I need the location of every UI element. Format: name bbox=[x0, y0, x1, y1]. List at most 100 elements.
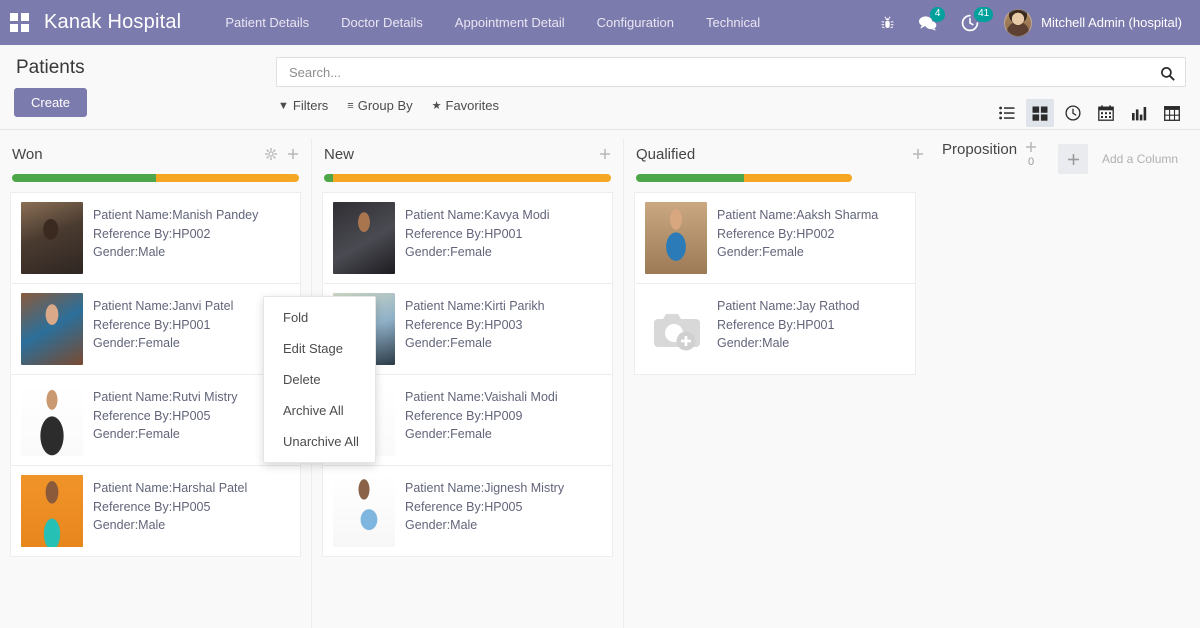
list-icon[interactable] bbox=[993, 99, 1021, 127]
control-panel-left: Patients Create bbox=[14, 45, 276, 117]
kanban-column-title: Won bbox=[12, 145, 43, 163]
patient-reference: Reference By:HP003 bbox=[405, 317, 523, 332]
add-record-icon[interactable] bbox=[287, 148, 299, 160]
dropdown-item-unarchive-all[interactable]: Unarchive All bbox=[264, 426, 375, 457]
user-menu[interactable]: Mitchell Admin (hospital) bbox=[990, 0, 1186, 45]
patient-reference: Reference By:HP002 bbox=[93, 226, 211, 241]
kanban-card[interactable]: Patient Name:Manish Pandey Reference By:… bbox=[10, 192, 301, 283]
patient-gender: Gender:Female bbox=[717, 245, 804, 260]
dropdown-item-delete[interactable]: Delete bbox=[264, 364, 375, 395]
search-input[interactable] bbox=[287, 63, 1154, 81]
bars-icon: ≡ bbox=[347, 99, 354, 112]
kanban-column-title: New bbox=[324, 145, 355, 163]
patient-gender: Gender:Male bbox=[93, 245, 166, 260]
add-record-icon[interactable] bbox=[912, 148, 924, 160]
kanban-column-title: Qualified bbox=[636, 145, 696, 163]
patient-gender: Gender:Female bbox=[93, 427, 180, 442]
navbar-right-tools: 4 41 Mitchell Admin (hospital) bbox=[869, 0, 1186, 45]
kanban-column-title: Proposition bbox=[942, 141, 1018, 158]
patient-name: Patient Name:Janvi Patel bbox=[93, 299, 234, 313]
kanban-card[interactable]: Patient Name:Janvi Patel Reference By:HP… bbox=[10, 283, 301, 374]
top-navbar: Kanak Hospital Patient Details Doctor De… bbox=[0, 0, 1200, 45]
kanban-card[interactable]: Patient Name:Jignesh Mistry Reference By… bbox=[322, 465, 613, 557]
dropdown-item-edit-stage[interactable]: Edit Stage bbox=[264, 333, 375, 364]
activities-badge: 41 bbox=[974, 7, 994, 22]
user-avatar bbox=[1004, 8, 1033, 37]
menu-item-configuration[interactable]: Configuration bbox=[581, 2, 690, 43]
add-column[interactable]: Add a Column bbox=[1058, 144, 1178, 174]
dropdown-item-archive-all[interactable]: Archive All bbox=[264, 395, 375, 426]
patient-reference: Reference By:HP009 bbox=[405, 408, 523, 423]
filters-dropdown[interactable]: ▼ Filters bbox=[278, 98, 328, 113]
patient-gender: Gender:Female bbox=[405, 336, 492, 351]
clock-icon[interactable] bbox=[1059, 99, 1087, 127]
patient-reference: Reference By:HP005 bbox=[93, 408, 211, 423]
menu-item-patient-details[interactable]: Patient Details bbox=[209, 2, 325, 43]
kanban-progress-bar[interactable] bbox=[12, 174, 299, 182]
patient-gender: Gender:Male bbox=[93, 518, 166, 533]
kanban-progress-bar[interactable]: 2 bbox=[636, 174, 852, 182]
add-record-icon[interactable] bbox=[1025, 141, 1037, 153]
patient-gender: Gender:Male bbox=[405, 518, 478, 533]
patient-photo bbox=[645, 202, 707, 274]
plus-icon[interactable] bbox=[1058, 144, 1088, 174]
menu-item-technical[interactable]: Technical bbox=[690, 2, 776, 43]
search-bar[interactable] bbox=[276, 57, 1186, 87]
kanban-column-qualified: Qualified 2 Patient Name:Aaksh Sharma Re… bbox=[624, 138, 936, 628]
patient-gender: Gender:Female bbox=[93, 336, 180, 351]
kanban-progress-bar[interactable]: 4 bbox=[324, 174, 611, 182]
favorites-dropdown[interactable]: ★ Favorites bbox=[432, 98, 499, 113]
placeholder-camera-icon bbox=[645, 293, 707, 365]
kanban-card[interactable]: Patient Name:Harshal Patel Reference By:… bbox=[10, 465, 301, 557]
messages-badge: 4 bbox=[930, 7, 946, 22]
patient-gender: Gender:Female bbox=[405, 427, 492, 442]
patient-name: Patient Name:Vaishali Modi bbox=[405, 390, 558, 404]
kanban-card[interactable]: Patient Name:Aaksh Sharma Reference By:H… bbox=[634, 192, 916, 283]
table-icon[interactable] bbox=[1158, 99, 1186, 127]
patient-reference: Reference By:HP005 bbox=[405, 499, 523, 514]
patient-photo bbox=[333, 202, 395, 274]
patient-name: Patient Name:Aaksh Sharma bbox=[717, 208, 879, 222]
kanban-column-header: New bbox=[322, 140, 613, 168]
messages-icon[interactable]: 4 bbox=[906, 0, 950, 45]
apps-grid-icon[interactable] bbox=[10, 12, 30, 33]
kanban-card[interactable]: Patient Name:Rutvi Mistry Reference By:H… bbox=[10, 374, 301, 465]
menu-item-doctor-details[interactable]: Doctor Details bbox=[325, 2, 439, 43]
gear-icon[interactable] bbox=[265, 148, 277, 160]
patient-name: Patient Name:Rutvi Mistry bbox=[93, 390, 238, 404]
dropdown-item-fold[interactable]: Fold bbox=[264, 302, 375, 333]
kanban-card-list: Patient Name:Aaksh Sharma Reference By:H… bbox=[634, 192, 916, 375]
create-button[interactable]: Create bbox=[14, 88, 88, 117]
patient-gender: Gender:Male bbox=[717, 336, 790, 351]
app-brand-title[interactable]: Kanak Hospital bbox=[44, 11, 181, 34]
main-menu: Patient Details Doctor Details Appointme… bbox=[209, 2, 776, 43]
kanban-card[interactable]: Patient Name:Kavya Modi Reference By:HP0… bbox=[322, 192, 613, 283]
group-by-label: Group By bbox=[357, 98, 413, 113]
calendar-icon[interactable] bbox=[1092, 99, 1120, 127]
control-panel: Patients Create ▼ Filters ≡ bbox=[0, 45, 1200, 130]
patient-reference: Reference By:HP005 bbox=[93, 499, 211, 514]
search-icon[interactable] bbox=[1154, 64, 1177, 81]
stage-settings-dropdown: Fold Edit Stage Delete Archive All Unarc… bbox=[263, 296, 376, 463]
kanban-column-proposition-folded[interactable]: Proposition 0 bbox=[936, 138, 1056, 628]
patient-photo bbox=[333, 475, 395, 547]
patient-name: Patient Name:Kavya Modi bbox=[405, 208, 550, 222]
add-column-label[interactable]: Add a Column bbox=[1102, 152, 1178, 166]
view-switcher bbox=[988, 99, 1186, 127]
filter-icon: ▼ bbox=[278, 99, 289, 112]
activity-clock-icon[interactable]: 41 bbox=[950, 0, 994, 45]
bar-chart-icon[interactable] bbox=[1125, 99, 1153, 127]
group-by-dropdown[interactable]: ≡ Group By bbox=[347, 98, 412, 113]
favorites-label: Favorites bbox=[445, 98, 499, 113]
page-title: Patients bbox=[16, 57, 85, 78]
menu-item-appointment-detail[interactable]: Appointment Detail bbox=[439, 2, 581, 43]
kanban-card-list: Patient Name:Manish Pandey Reference By:… bbox=[10, 192, 301, 557]
bug-icon[interactable] bbox=[869, 0, 906, 45]
add-record-icon[interactable] bbox=[599, 148, 611, 160]
patient-photo bbox=[21, 384, 83, 456]
kanban-card[interactable]: Patient Name:Jay Rathod Reference By:HP0… bbox=[634, 283, 916, 375]
patient-name: Patient Name:Jay Rathod bbox=[717, 299, 860, 313]
patient-photo bbox=[21, 202, 83, 274]
user-name-label: Mitchell Admin (hospital) bbox=[1041, 15, 1182, 30]
kanban-icon[interactable] bbox=[1026, 99, 1054, 127]
